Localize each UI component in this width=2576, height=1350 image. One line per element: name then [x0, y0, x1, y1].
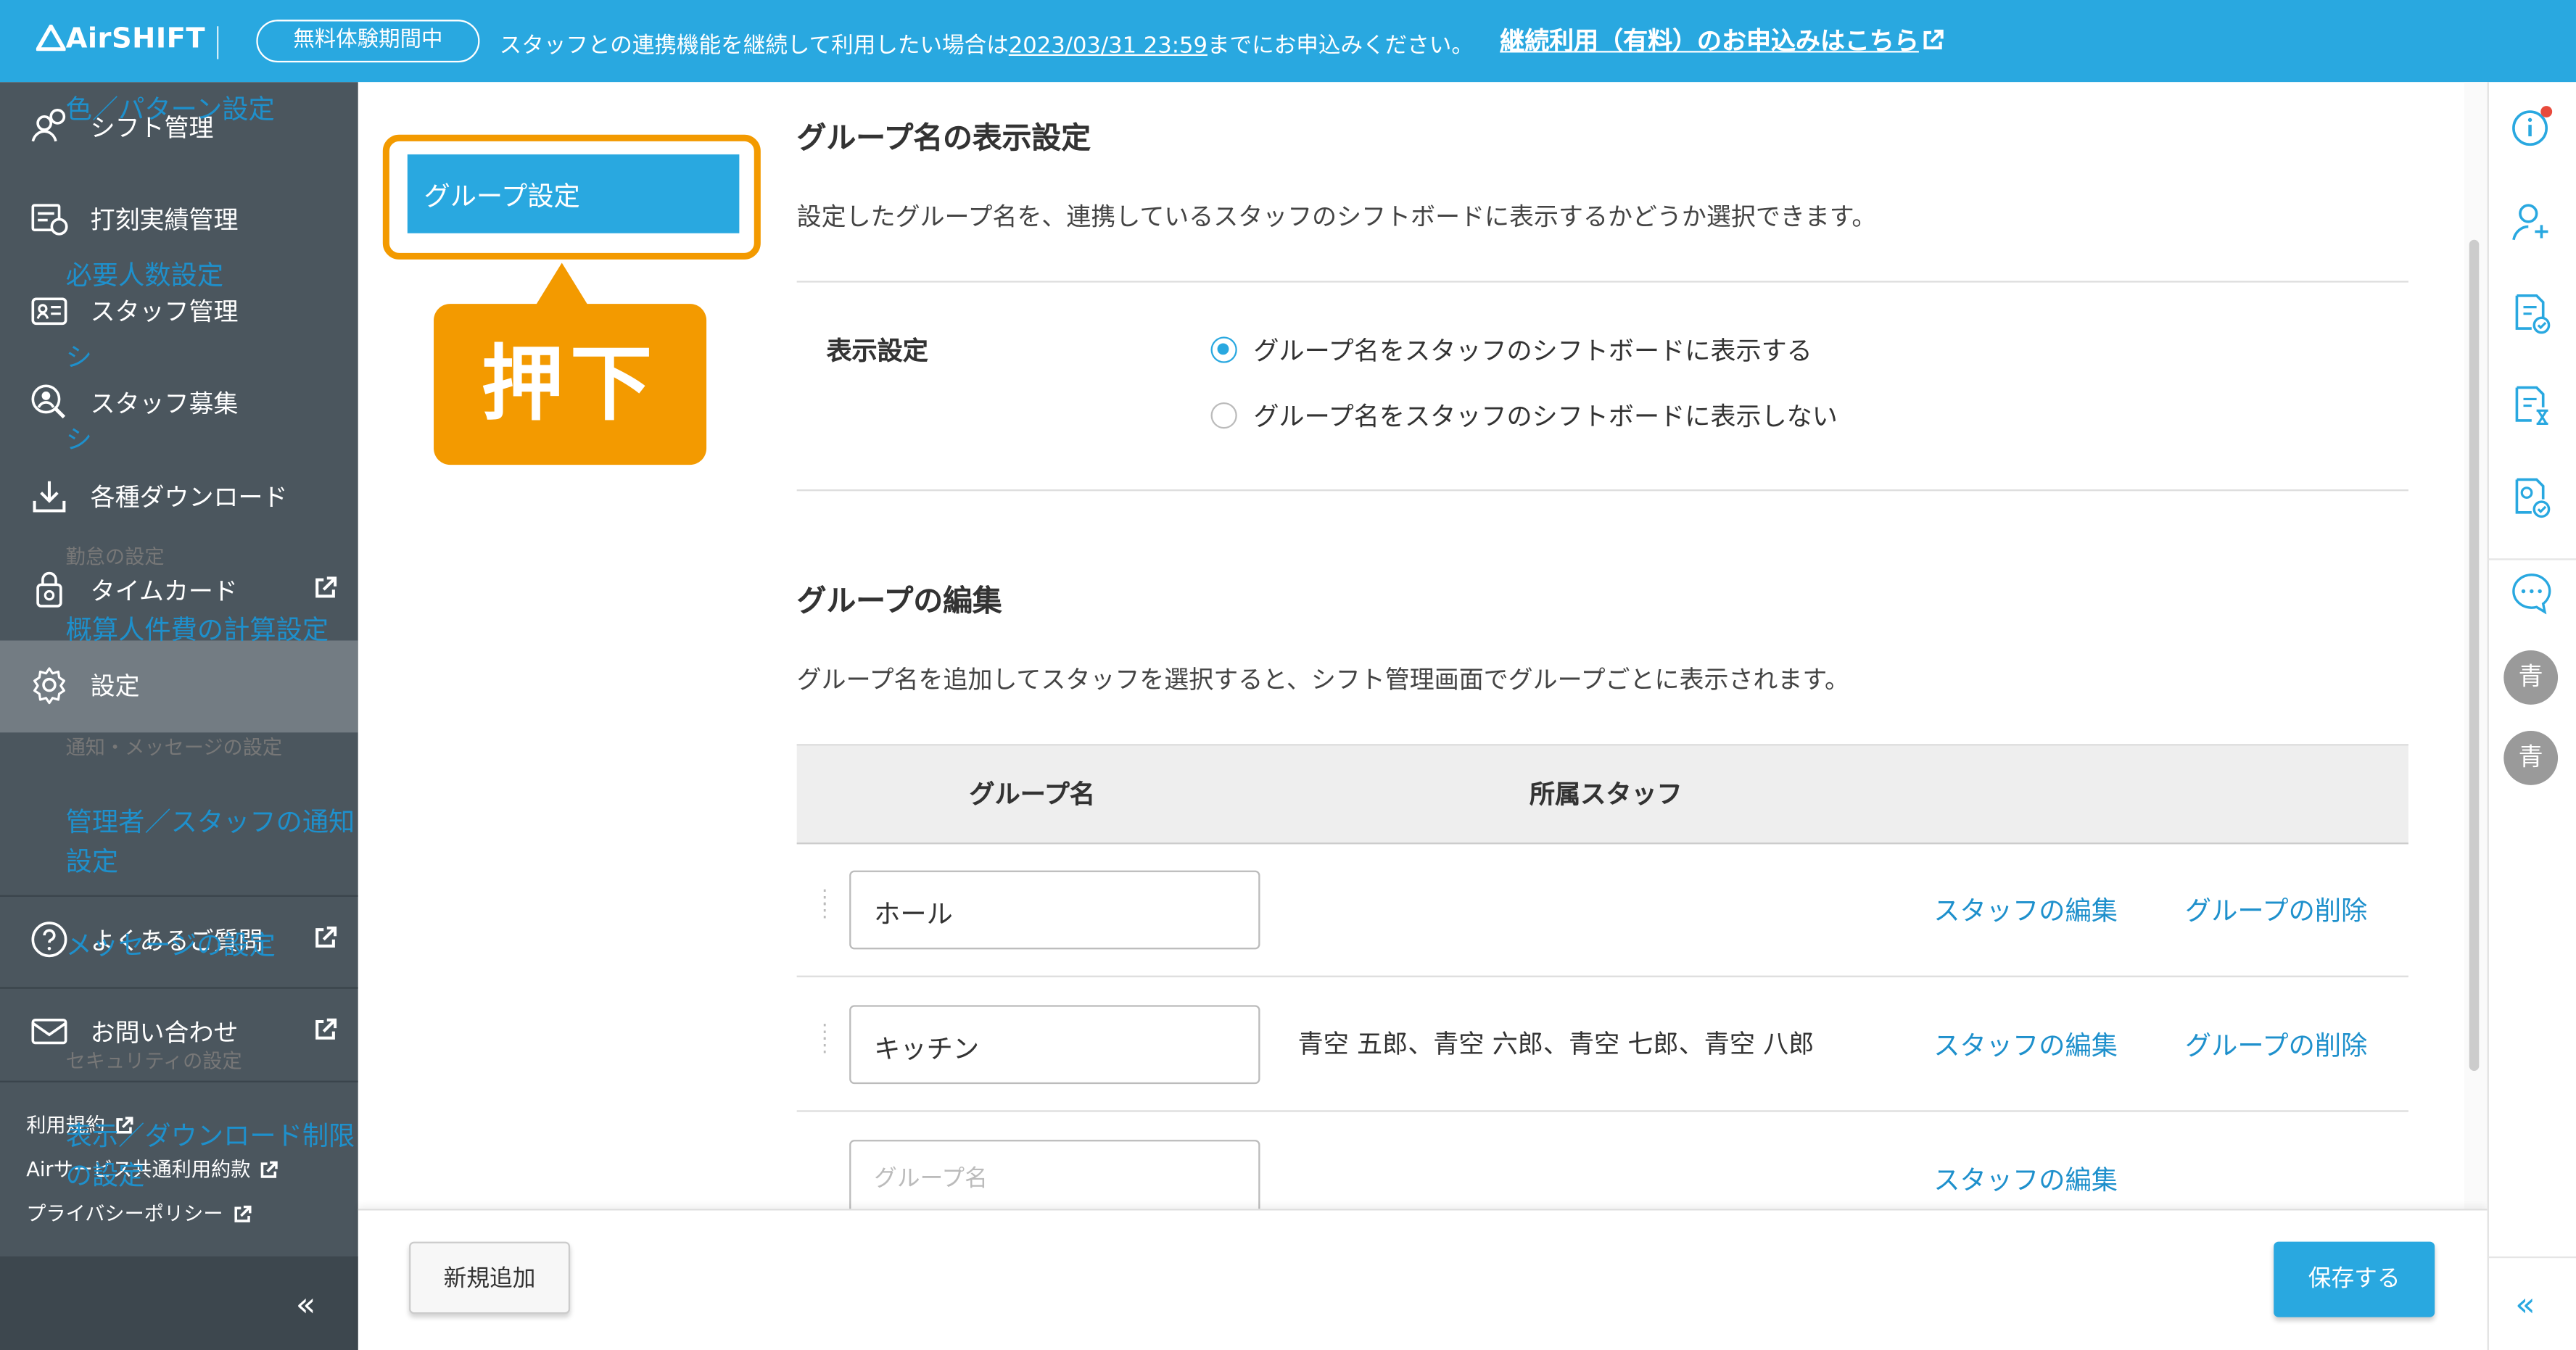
sidebar-item-label: 各種ダウンロード: [90, 482, 288, 513]
submenu-hidden-item[interactable]: シ: [66, 339, 378, 378]
callout-pointer: [535, 262, 588, 306]
sidebar-item-label: 設定: [90, 671, 140, 702]
external-link-icon: [315, 576, 337, 598]
edit-staff-link[interactable]: スタッフの編集: [1933, 1158, 2118, 1197]
sidebar-item-download[interactable]: 各種ダウンロード: [0, 452, 358, 544]
logo-divider: [217, 26, 219, 59]
drag-handle-icon[interactable]: ⋮ ⋮: [815, 1022, 835, 1054]
staff-avatar[interactable]: 青: [2503, 731, 2559, 785]
timecard-icon: [36, 571, 62, 608]
document-check-icon[interactable]: [2510, 292, 2553, 335]
edit-staff-link[interactable]: スタッフの編集: [1933, 1023, 2118, 1062]
download-icon: [33, 481, 66, 513]
document-timer-icon[interactable]: [2510, 384, 2553, 427]
staff-check-icon[interactable]: [2510, 476, 2553, 519]
new-group-name-input[interactable]: グループ名: [849, 1140, 1260, 1219]
sidebar-item-label: スタッフ募集: [90, 389, 239, 419]
continue-subscription-link[interactable]: 継続利用（有料）のお申込みはこちら: [1500, 23, 1944, 58]
group-name-input[interactable]: ホール: [849, 870, 1260, 950]
submenu-color-pattern[interactable]: 色／パターン設定: [66, 91, 378, 130]
drag-handle-icon[interactable]: ⋮ ⋮: [815, 887, 835, 919]
section-divider: [796, 281, 2408, 283]
sidebar-item-settings[interactable]: 設定: [0, 640, 358, 733]
action-footer: [358, 1209, 2488, 1350]
sidebar-item-label: 打刻実績管理: [90, 205, 239, 235]
sidebar-divider: [0, 1080, 358, 1082]
rail-divider: [2487, 1256, 2576, 1259]
group-edit-title: グループの編集: [796, 584, 1002, 620]
mail-icon: [31, 1018, 67, 1045]
privacy-policy-link[interactable]: プライバシーポリシー: [26, 1199, 252, 1227]
sidebar-item-label: お問い合わせ: [90, 1018, 239, 1048]
sidebar-item-label: スタッフ管理: [90, 297, 239, 327]
sidebar-item-timestamp[interactable]: 打刻実績管理: [0, 174, 358, 266]
trial-message-text: スタッフとの連携機能を継続して利用したい場合は: [499, 33, 1009, 59]
trial-deadline: 2023/03/31 23:59: [1008, 33, 1208, 59]
security-heading: セキュリティの設定: [65, 1049, 242, 1073]
group-table-header: グループ名 所属スタッフ: [796, 744, 2408, 845]
shift-icon: [31, 108, 66, 142]
airshift-logo[interactable]: AirSHIFT: [36, 23, 205, 56]
scrollbar-thumb[interactable]: [2469, 239, 2480, 1071]
row-divider: [796, 975, 2408, 977]
sidebar-item-label: タイムカード: [90, 576, 238, 606]
notify-heading: 通知・メッセージの設定: [65, 735, 283, 759]
row-divider: [796, 1110, 2408, 1112]
radio-show-group[interactable]: [1210, 336, 1237, 363]
help-icon: [31, 922, 67, 958]
column-staff: 所属スタッフ: [1529, 780, 1683, 810]
submenu-hidden-item[interactable]: シ: [66, 421, 378, 460]
group-edit-description: グループ名を追加してスタッフを選択すると、シフト管理画面でグループごとに表示され…: [796, 665, 1849, 695]
trial-message-suffix: までにお申込みください。: [1207, 33, 1474, 59]
staff-card-icon: [31, 297, 67, 326]
continue-link-label: 継続利用（有料）のお申込みはこちら: [1500, 26, 1919, 57]
logo-text: AirSHIFT: [65, 22, 206, 57]
recruit-icon: [31, 384, 66, 419]
add-group-button[interactable]: 新規追加: [409, 1241, 571, 1314]
section-divider: [796, 489, 2408, 492]
group-name-input[interactable]: キッチン: [849, 1005, 1260, 1085]
submenu-labor-cost[interactable]: 概算人件費の計算設定: [66, 611, 378, 650]
option-show-label[interactable]: グループ名をスタッフのシフトボードに表示する: [1253, 332, 1812, 368]
add-user-icon[interactable]: [2510, 200, 2553, 243]
info-icon[interactable]: [2510, 105, 2553, 148]
group-staff-list: 青空 五郎、青空 六郎、青空 七郎、青空 八郎: [1297, 1030, 1815, 1060]
delete-group-link[interactable]: グループの削除: [2185, 1023, 2368, 1062]
right-rail: [2487, 82, 2576, 1350]
rail-divider: [2487, 558, 2576, 560]
save-button[interactable]: 保存する: [2274, 1241, 2435, 1317]
attendance-heading: 勤怠の設定: [65, 545, 165, 568]
gear-icon: [33, 667, 65, 705]
chat-icon[interactable]: [2510, 571, 2553, 615]
edit-staff-link[interactable]: スタッフの編集: [1933, 889, 2118, 928]
collapse-rail-button[interactable]: «: [2515, 1284, 2535, 1323]
trial-badge: 無料体験期間中: [256, 20, 480, 63]
delete-group-link[interactable]: グループの削除: [2185, 889, 2368, 928]
display-setting-description: 設定したグループ名を、連携しているスタッフのシフトボードに表示するかどうか選択で…: [796, 202, 1877, 232]
collapse-sidebar-button[interactable]: «: [296, 1284, 316, 1323]
display-setting-title: グループ名の表示設定: [796, 121, 1091, 157]
option-hide-label[interactable]: グループ名をスタッフのシフトボードに表示しない: [1253, 397, 1837, 434]
external-link-icon: [234, 1205, 252, 1222]
external-link-icon: [1923, 29, 1944, 50]
submenu-message-setting[interactable]: メッセージの設定: [66, 927, 378, 966]
display-setting-label: 表示設定: [826, 336, 928, 367]
radio-hide-group[interactable]: [1210, 402, 1237, 429]
submenu-group-setting[interactable]: グループ設定: [407, 154, 740, 233]
trial-message: スタッフとの連携機能を継続して利用したい場合は2023/03/31 23:59ま…: [500, 26, 1474, 59]
press-callout: 押下: [434, 304, 707, 465]
privacy-label: プライバシーポリシー: [26, 1202, 223, 1225]
submenu-required-staff[interactable]: 必要人数設定: [66, 256, 378, 295]
submenu-notify-setting[interactable]: 管理者／スタッフの通知設定: [66, 803, 362, 882]
staff-avatar[interactable]: 青: [2503, 650, 2559, 705]
top-bar: AirSHIFT 無料体験期間中 スタッフとの連携機能を継続して利用したい場合は…: [0, 0, 2576, 83]
submenu-display-limit[interactable]: 表示／ダウンロード制限の設定: [66, 1117, 362, 1196]
timestamp-icon: [31, 204, 68, 236]
logo-triangle-icon: [36, 24, 67, 51]
external-link-icon: [315, 1018, 337, 1040]
column-group-name: グループ名: [969, 780, 1095, 810]
